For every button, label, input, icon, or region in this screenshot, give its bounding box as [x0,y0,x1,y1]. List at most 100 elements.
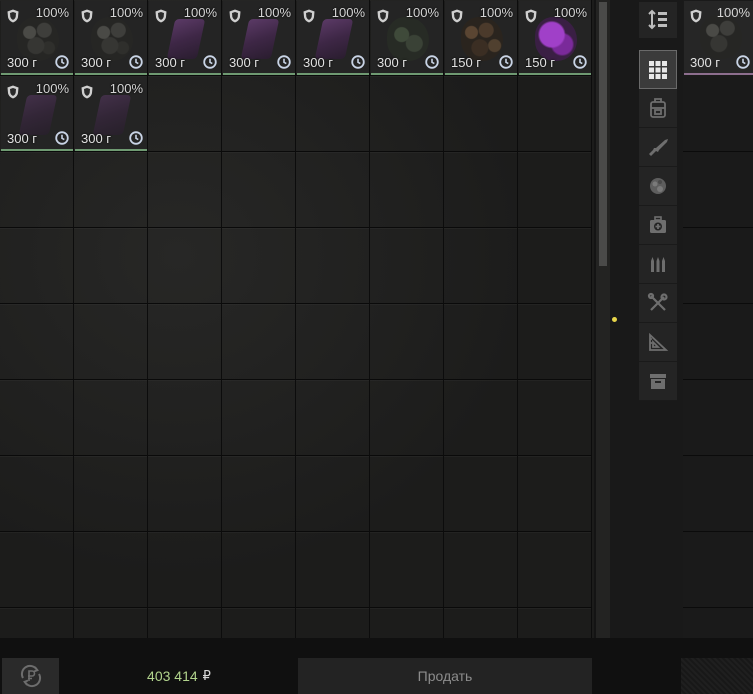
item-weight: 300 г [690,55,721,70]
currency-button[interactable] [2,658,59,694]
filter-backpacks-button[interactable] [639,89,677,128]
inventory-slot[interactable] [222,532,296,608]
inventory-slot[interactable] [222,152,296,228]
inventory-slot[interactable] [0,532,74,608]
inventory-slot[interactable] [222,380,296,456]
inventory-slot[interactable] [74,456,148,532]
inventory-item[interactable]: 100% 300 г [1,77,73,151]
inventory-slot[interactable] [0,456,74,532]
inventory-slot[interactable] [296,304,370,380]
inventory-slot[interactable] [370,380,444,456]
inventory-scrollbar[interactable] [596,0,610,638]
grid-icon [649,60,667,79]
scrollbar-thumb[interactable] [599,2,607,266]
inventory-slot[interactable] [296,152,370,228]
inventory-slot[interactable] [0,228,74,304]
inventory-slot[interactable] [74,380,148,456]
filter-all-button[interactable] [639,50,677,89]
shield-icon [155,9,167,23]
inventory-slot[interactable] [148,380,222,456]
inventory-slot[interactable] [296,608,370,638]
inventory-slot[interactable] [444,380,518,456]
container-slot[interactable] [683,228,753,304]
inventory-slot[interactable] [518,532,592,608]
filter-storage-button[interactable] [639,362,677,401]
inventory-slot[interactable] [518,608,592,638]
inventory-item[interactable]: 100% 150 г [519,1,591,75]
container-slot[interactable] [683,76,753,152]
inventory-slot[interactable] [148,456,222,532]
inventory-slot[interactable] [74,228,148,304]
inventory-slot[interactable] [518,76,592,152]
inventory-slot[interactable] [0,304,74,380]
inventory-slot[interactable] [222,456,296,532]
inventory-slot[interactable] [296,380,370,456]
inventory-slot[interactable] [444,456,518,532]
inventory-slot[interactable] [148,532,222,608]
inventory-item[interactable]: 100% 300 г [75,1,147,75]
inventory-slot[interactable] [148,304,222,380]
inventory-slot[interactable] [74,304,148,380]
container-slot[interactable] [683,380,753,456]
inventory-slot[interactable] [370,304,444,380]
inventory-slot[interactable] [74,532,148,608]
inventory-slot[interactable] [518,152,592,228]
inventory-slot[interactable] [74,152,148,228]
filter-medicine-button[interactable] [639,206,677,245]
sort-button[interactable] [639,2,677,38]
container-slot[interactable] [683,152,753,228]
inventory-slot[interactable] [148,76,222,152]
container-slot[interactable] [683,456,753,532]
inventory-slot[interactable] [370,532,444,608]
inventory-item[interactable]: 100% 300 г [149,1,221,75]
inventory-slot[interactable] [74,608,148,638]
inventory-item[interactable]: 100% 150 г [445,1,517,75]
inventory-grid: 100% 300 г 100% 300 г 100% 300 г 100% 300 г 100%… [0,0,594,638]
filter-misc-button[interactable] [639,323,677,362]
inventory-slot[interactable] [370,456,444,532]
inventory-item[interactable]: 100% 300 г [371,1,443,75]
inventory-item[interactable]: 100% 300 г [223,1,295,75]
inventory-slot[interactable] [0,152,74,228]
inventory-slot[interactable] [148,228,222,304]
inventory-slot[interactable] [444,304,518,380]
inventory-item[interactable]: 100% 300 г [297,1,369,75]
bottom-bar: 403 414 ₽ Продать [0,638,753,694]
inventory-slot[interactable] [444,608,518,638]
inventory-slot[interactable] [222,228,296,304]
filter-ammo-button[interactable] [639,245,677,284]
inventory-slot[interactable] [222,76,296,152]
container-slot[interactable] [683,532,753,608]
inventory-slot[interactable] [296,456,370,532]
container-slot[interactable] [683,304,753,380]
inventory-slot[interactable] [296,532,370,608]
inventory-slot[interactable] [370,76,444,152]
sell-button[interactable]: Продать [298,658,592,694]
inventory-slot[interactable] [148,608,222,638]
inventory-slot[interactable] [444,76,518,152]
inventory-slot[interactable] [444,228,518,304]
inventory-slot[interactable] [518,304,592,380]
inventory-slot[interactable] [444,152,518,228]
inventory-slot[interactable] [518,380,592,456]
inventory-slot[interactable] [518,228,592,304]
inventory-slot[interactable] [444,532,518,608]
inventory-slot[interactable] [0,380,74,456]
inventory-slot[interactable] [0,608,74,638]
inventory-slot[interactable] [222,608,296,638]
inventory-slot[interactable] [370,228,444,304]
inventory-slot[interactable] [222,304,296,380]
shield-icon [451,9,463,23]
inventory-slot[interactable] [296,76,370,152]
inventory-item[interactable]: 100% 300 г [1,1,73,75]
inventory-slot[interactable] [370,152,444,228]
inventory-slot[interactable] [518,456,592,532]
inventory-slot[interactable] [148,152,222,228]
filter-weapons-button[interactable] [639,128,677,167]
container-item[interactable]: 100% 300 г [684,1,753,75]
inventory-slot[interactable] [296,228,370,304]
inventory-item[interactable]: 100% 300 г [75,77,147,151]
filter-tools-button[interactable] [639,284,677,323]
filter-artifacts-button[interactable] [639,167,677,206]
inventory-slot[interactable] [370,608,444,638]
